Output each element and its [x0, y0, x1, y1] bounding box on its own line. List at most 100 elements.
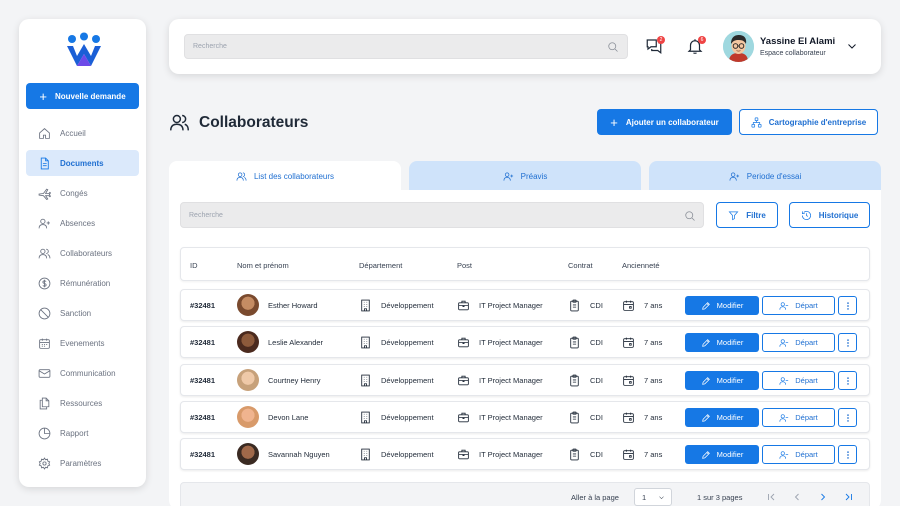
more-options-button[interactable]	[838, 371, 857, 390]
row-contract: CDI	[568, 365, 603, 395]
user-minus-icon	[779, 450, 789, 459]
sidebar-item-label: Ressources	[60, 398, 103, 408]
sidebar-item-label: Collaborateurs	[60, 248, 113, 258]
sidebar-item-ressources[interactable]: Ressources	[26, 390, 139, 416]
modify-button[interactable]: Modifier	[685, 445, 759, 464]
search-icon	[685, 211, 695, 221]
table-row: #32481 Devon Lane Développement IT Proje…	[180, 401, 870, 433]
modify-button[interactable]: Modifier	[685, 371, 759, 390]
row-post: IT Project Manager	[457, 290, 543, 320]
last-page-icon[interactable]	[843, 491, 855, 503]
top-header: Recherche 2 6 Yassine El Alami Espace co…	[169, 19, 881, 74]
cell-seniority: 7 ans	[644, 375, 663, 385]
notifications-button[interactable]: 6	[686, 36, 706, 57]
sidebar-item-documents[interactable]: Documents	[26, 150, 139, 176]
calendar-icon	[623, 412, 634, 423]
sidebar-item-label: Paramètres	[60, 458, 102, 468]
calendar-icon	[39, 338, 50, 349]
cell-id: #32481	[190, 300, 216, 310]
kebab-menu-icon	[846, 450, 849, 459]
cell-post: IT Project Manager	[479, 337, 543, 347]
pagination: Aller à la page 1 1 sur 3 pages	[180, 482, 870, 506]
avatar	[237, 294, 259, 316]
briefcase-icon	[458, 449, 469, 459]
calendar-icon	[623, 449, 634, 460]
column-header-seniority: Ancienneté	[622, 261, 660, 270]
sidebar-item-communication[interactable]: Communication	[26, 360, 139, 386]
pencil-icon	[701, 413, 710, 422]
more-options-button[interactable]	[838, 408, 857, 427]
user-minus-icon	[779, 413, 789, 422]
sidebar-item-conges[interactable]: Congés	[26, 180, 139, 206]
kebab-menu-icon	[846, 301, 849, 310]
sidebar-item-collaborateurs[interactable]: Collaborateurs	[26, 240, 139, 266]
sidebar-item-remuneration[interactable]: Rémunération	[26, 270, 139, 296]
cell-id: #32481	[190, 449, 216, 459]
departure-button[interactable]: Départ	[762, 408, 835, 427]
plus-icon: +	[610, 114, 618, 130]
cell-department: Développement	[381, 337, 434, 347]
chevron-down-icon	[659, 496, 664, 500]
row-name: Leslie Alexander	[237, 327, 323, 357]
pie-chart-icon	[38, 427, 51, 439]
departure-button[interactable]: Départ	[762, 371, 835, 390]
modify-label: Modifier	[716, 301, 744, 310]
modify-label: Modifier	[716, 338, 744, 347]
history-button[interactable]: Historique	[789, 202, 870, 228]
departure-button[interactable]: Départ	[762, 333, 835, 352]
sidebar-item-absences[interactable]: Absences	[26, 210, 139, 236]
departure-button[interactable]: Départ	[762, 296, 835, 315]
sidebar-item-label: Rémunération	[60, 278, 111, 288]
sidebar-item-rapport[interactable]: Rapport	[26, 420, 139, 446]
modify-button[interactable]: Modifier	[685, 333, 759, 352]
user-avatar[interactable]	[723, 31, 754, 62]
goto-page-label: Aller à la page	[571, 493, 619, 502]
table-search-placeholder: Recherche	[189, 211, 223, 219]
modify-button[interactable]: Modifier	[685, 408, 759, 427]
chevron-down-icon[interactable]	[846, 40, 858, 52]
row-contract: CDI	[568, 439, 603, 469]
more-options-button[interactable]	[838, 445, 857, 464]
tab-list-collaborateurs[interactable]: List des collaborateurs	[169, 161, 401, 191]
row-contract: CDI	[568, 402, 603, 432]
previous-page-icon[interactable]	[791, 491, 803, 503]
tab-preavis[interactable]: Préavis	[409, 161, 641, 191]
user-plus-icon	[38, 218, 50, 228]
kebab-menu-icon	[846, 338, 849, 347]
filter-button[interactable]: Filtre	[716, 202, 778, 228]
sidebar-item-sanction[interactable]: Sanction	[26, 300, 139, 326]
new-request-button[interactable]: + Nouvelle demande	[26, 83, 139, 109]
page-count: 1 sur 3 pages	[697, 493, 743, 502]
table-search-input[interactable]: Recherche	[180, 202, 704, 228]
modify-label: Modifier	[716, 376, 744, 385]
first-page-icon[interactable]	[765, 491, 777, 503]
calendar-icon	[623, 300, 634, 311]
company-logo[interactable]	[65, 32, 103, 70]
table-row: #32481 Leslie Alexander Développement IT…	[180, 326, 870, 358]
tab-label: Periode d'essai	[746, 171, 802, 181]
messages-button[interactable]: 2	[645, 36, 665, 57]
add-collaborator-button[interactable]: + Ajouter un collaborateur	[597, 109, 732, 135]
more-options-button[interactable]	[838, 333, 857, 352]
cell-contract: CDI	[590, 300, 603, 310]
row-department: Développement	[359, 327, 434, 357]
sidebar-item-evenements[interactable]: Evenements	[26, 330, 139, 356]
page-select[interactable]: 1	[634, 488, 672, 506]
departure-button[interactable]: Départ	[762, 445, 835, 464]
departure-label: Départ	[795, 301, 818, 310]
header-search-input[interactable]: Recherche	[184, 34, 628, 59]
briefcase-icon	[458, 337, 469, 347]
sidebar-nav: Accueil Documents Congés Absences Collab…	[26, 120, 139, 480]
cell-contract: CDI	[590, 449, 603, 459]
sidebar-item-accueil[interactable]: Accueil	[26, 120, 139, 146]
next-page-icon[interactable]	[817, 491, 829, 503]
more-options-button[interactable]	[838, 296, 857, 315]
row-id: #32481	[190, 439, 215, 469]
sidebar-item-parametres[interactable]: Paramètres	[26, 450, 139, 476]
add-collaborator-label: Ajouter un collaborateur	[625, 117, 719, 127]
row-seniority: 7 ans	[622, 327, 662, 357]
row-contract: CDI	[568, 290, 603, 320]
company-map-button[interactable]: Cartographie d'entreprise	[739, 109, 878, 135]
tab-periode-essai[interactable]: Periode d'essai	[649, 161, 881, 191]
modify-button[interactable]: Modifier	[685, 296, 759, 315]
